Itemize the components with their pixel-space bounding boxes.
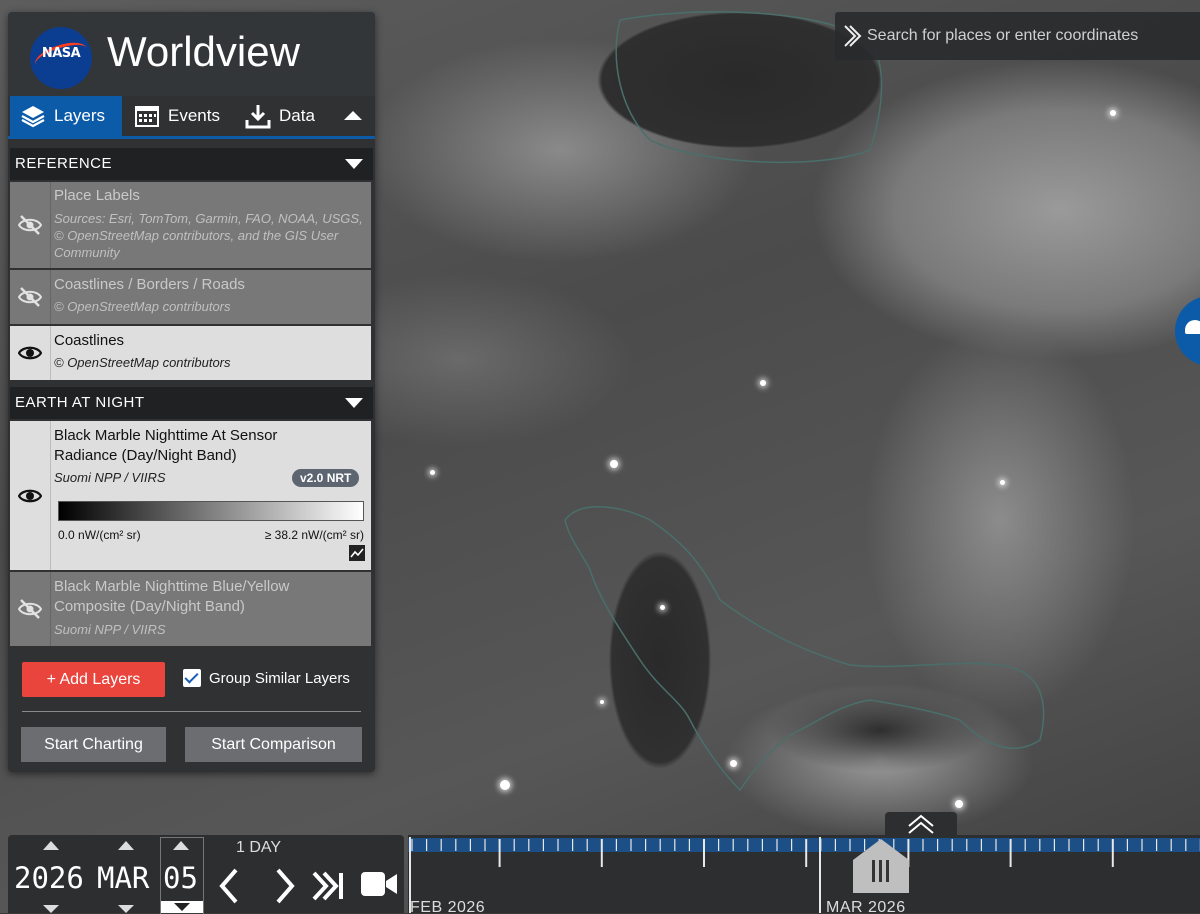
- collapse-up-icon[interactable]: [341, 104, 365, 128]
- layer-source: © OpenStreetMap contributors: [54, 355, 231, 370]
- layer-black-marble-radiance[interactable]: Black Marble Nighttime At Sensor Radianc…: [10, 421, 371, 570]
- layer-name: Coastlines / Borders / Roads: [54, 276, 245, 293]
- start-charting-button[interactable]: Start Charting: [21, 727, 166, 762]
- video-camera-icon[interactable]: [360, 869, 398, 899]
- eye-icon: [18, 346, 42, 360]
- group-similar-label: Group Similar Layers: [209, 669, 350, 687]
- nasa-logo[interactable]: NASA: [30, 27, 92, 89]
- chart-line-icon[interactable]: [349, 545, 365, 561]
- layer-name: Place Labels: [54, 187, 140, 204]
- eye-slash-icon: [18, 215, 42, 235]
- layer-coastlines[interactable]: Coastlines © OpenStreetMap contributors: [10, 326, 371, 380]
- city-light: [1000, 480, 1005, 485]
- divider: [22, 711, 361, 712]
- tab-data-label: Data: [279, 106, 315, 125]
- tab-events-label: Events: [168, 106, 220, 125]
- brand-header: NASA Worldview: [8, 12, 375, 96]
- city-light: [600, 700, 604, 704]
- layer-source: Suomi NPP / VIIRS: [54, 470, 166, 485]
- day-input[interactable]: 05: [163, 861, 198, 895]
- city-light: [730, 760, 737, 767]
- eye-slash-icon: [18, 599, 42, 619]
- layer-black-marble-composite[interactable]: Black Marble Nighttime Blue/Yellow Compo…: [10, 572, 371, 646]
- month-down-arrow-icon[interactable]: [118, 905, 134, 913]
- group-header-earth-at-night[interactable]: EARTH AT NIGHT: [10, 387, 373, 419]
- eye-slash-icon: [18, 287, 42, 307]
- search-bar: [835, 12, 1200, 60]
- download-icon: [245, 105, 271, 129]
- visibility-toggle[interactable]: [10, 182, 51, 268]
- timeline-ticks: [409, 837, 1200, 913]
- app-title[interactable]: Worldview: [107, 28, 300, 76]
- city-light: [760, 380, 766, 386]
- visibility-toggle[interactable]: [10, 326, 51, 380]
- layer-name: Coastlines: [54, 332, 125, 349]
- date-selector: 2026 MAR 05 1 DAY: [8, 835, 404, 914]
- city-light: [500, 780, 510, 790]
- city-light: [610, 460, 618, 468]
- layer-source: Suomi NPP / VIIRS: [54, 622, 166, 637]
- layer-name: Black Marble Nighttime At Sensor Radianc…: [54, 427, 278, 464]
- layer-place-labels[interactable]: Place Labels Sources: Esri, TomTom, Garm…: [10, 182, 371, 268]
- sidebar-panel: NASA Worldview Layers Events Data REFERE…: [8, 12, 375, 772]
- chevron-right-double-icon[interactable]: [842, 24, 862, 48]
- search-input[interactable]: [865, 20, 1199, 52]
- legend-max-label: ≥ 38.2 nW/(cm² sr): [264, 528, 364, 542]
- timeline-month-label: MAR 2026: [826, 899, 906, 913]
- layer-source: Sources: Esri, TomTom, Garmin, FAO, NOAA…: [54, 211, 363, 260]
- checkbox-checked-icon[interactable]: [183, 669, 201, 687]
- group-title: REFERENCE: [15, 155, 113, 172]
- legend-min-label: 0.0 nW/(cm² sr): [58, 528, 141, 542]
- visibility-toggle[interactable]: [10, 270, 51, 324]
- add-layers-button[interactable]: + Add Layers: [22, 662, 165, 697]
- city-light: [430, 470, 435, 475]
- group-header-reference[interactable]: REFERENCE: [10, 148, 373, 180]
- chevron-down-icon[interactable]: [345, 398, 363, 408]
- chevron-left-icon[interactable]: [216, 867, 244, 905]
- interval-selector[interactable]: 1 DAY: [236, 839, 281, 857]
- timeline-expand-button[interactable]: [885, 812, 957, 837]
- tab-events[interactable]: Events: [132, 96, 244, 136]
- version-badge[interactable]: v2.0 NRT: [292, 469, 360, 487]
- layer-name: Black Marble Nighttime Blue/Yellow Compo…: [54, 578, 290, 615]
- timeline-date-knob[interactable]: [852, 838, 910, 894]
- day-down-arrow-icon: [174, 903, 190, 911]
- tab-layers-label: Layers: [54, 106, 106, 125]
- chevron-right-icon[interactable]: [270, 867, 298, 905]
- city-light: [660, 605, 665, 610]
- eye-icon: [18, 489, 42, 503]
- year-input[interactable]: 2026: [14, 861, 84, 895]
- group-similar-checkbox[interactable]: Group Similar Layers: [183, 669, 350, 687]
- month-up-arrow-icon[interactable]: [118, 841, 134, 850]
- layer-coastlines-borders-roads[interactable]: Coastlines / Borders / Roads © OpenStree…: [10, 270, 371, 324]
- nasa-logo-text: NASA: [41, 46, 81, 61]
- tab-layers[interactable]: Layers: [10, 96, 122, 136]
- start-comparison-button[interactable]: Start Comparison: [185, 727, 362, 762]
- day-down-button[interactable]: [161, 901, 203, 913]
- layers-icon: [21, 106, 45, 128]
- city-light: [1110, 110, 1116, 116]
- legend-colorbar[interactable]: [58, 501, 364, 521]
- month-input[interactable]: MAR: [97, 861, 149, 895]
- chevron-up-double-icon: [908, 814, 934, 834]
- chevron-down-icon[interactable]: [345, 159, 363, 169]
- tab-data[interactable]: Data: [245, 96, 335, 136]
- visibility-toggle[interactable]: [10, 421, 51, 570]
- year-down-arrow-icon[interactable]: [43, 905, 59, 913]
- timeline-axis[interactable]: FEB 2026 MAR 2026: [408, 835, 1200, 913]
- year-up-arrow-icon[interactable]: [43, 841, 59, 850]
- city-light: [955, 800, 963, 808]
- calendar-icon: [135, 106, 159, 127]
- timeline-month-label: FEB 2026: [410, 899, 486, 913]
- side-tab-icon: [1185, 320, 1200, 334]
- sidebar-tabs: Layers Events Data: [8, 96, 375, 139]
- skip-to-end-icon[interactable]: [310, 867, 346, 905]
- visibility-toggle[interactable]: [10, 572, 51, 646]
- layer-source: © OpenStreetMap contributors: [54, 299, 231, 314]
- group-title: EARTH AT NIGHT: [15, 394, 145, 411]
